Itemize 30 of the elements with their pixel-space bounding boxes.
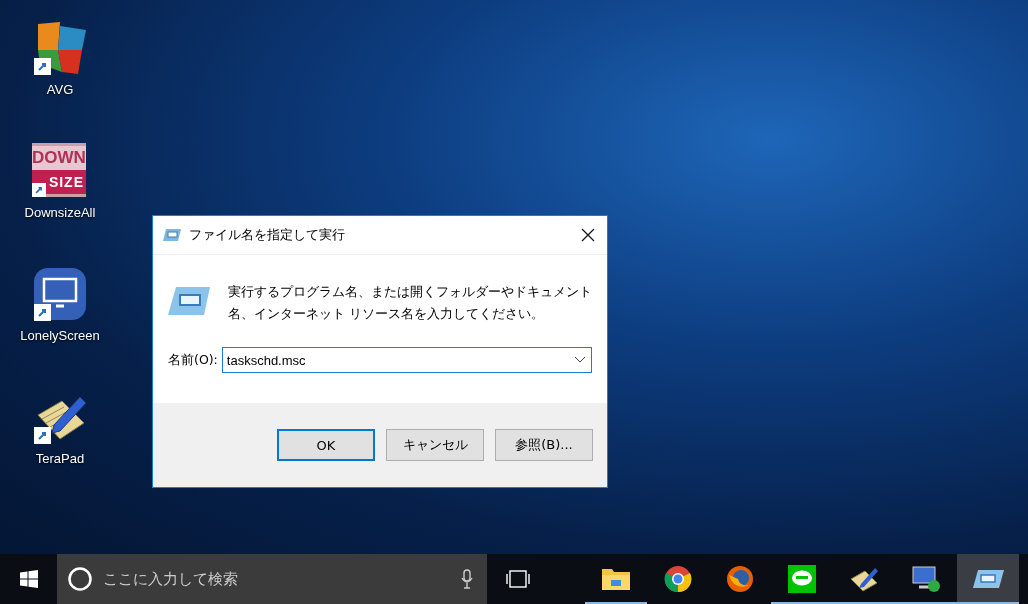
chat-bubble-icon [788,565,816,593]
microphone-icon[interactable] [461,569,473,589]
name-combo-field[interactable]: taskschd.msc [221,347,592,373]
instruction-text: 実行するプログラム名、または開くフォルダーやドキュメント名、インターネット リソース名を入力してください。 [228,283,592,323]
circle-icon [67,566,93,592]
windows-logo-icon [19,570,38,588]
field-label: 名前(O): [168,351,218,369]
desktop-icon-label[interactable]: TeraPad [35,451,85,466]
folder-icon [601,566,631,592]
close-icon[interactable] [581,228,595,242]
desktop-icon-label[interactable]: LonelyScreen [20,328,100,343]
run-icon [972,568,1004,590]
dialog-button[interactable]: OK [277,429,375,461]
desktop-icon-label[interactable]: DownsizeAll [24,205,96,220]
run-icon [168,285,210,317]
desktop-icon-label[interactable]: AVG [46,82,74,97]
window-title: ファイル名を指定して実行 [189,226,346,244]
dropdown-caret-icon[interactable] [575,357,585,363]
search-field[interactable]: ここに入力して検索 [57,554,487,604]
dialog-button[interactable]: キャンセル [386,429,484,461]
monitor-icon [911,565,941,593]
app-logo-icon[interactable] [32,20,88,76]
notepad-pencil-icon [849,565,879,593]
run-icon [163,228,181,242]
dialog-button[interactable]: 参照(B)... [495,429,593,461]
task-view-icon [506,570,530,588]
browser-icon [664,565,692,593]
monitor-icon[interactable] [32,266,88,322]
browser-icon [726,565,754,593]
app-logo-icon[interactable]: DOWN SIZE [32,143,86,197]
